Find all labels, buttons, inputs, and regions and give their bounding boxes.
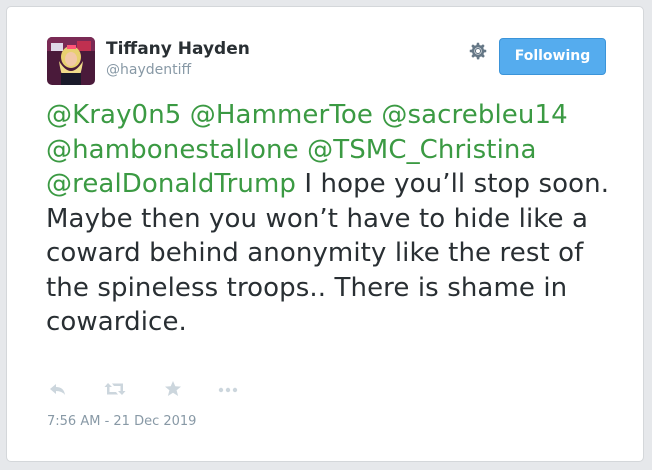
- user-name[interactable]: Tiffany Hayden: [106, 39, 250, 59]
- tweet-text: @Kray0n5 @HammerToe @sacrebleu14 @hambon…: [46, 98, 621, 340]
- gear-icon[interactable]: [467, 40, 489, 62]
- following-button[interactable]: Following: [499, 38, 606, 75]
- retweet-icon[interactable]: [104, 379, 126, 401]
- avatar-image: [47, 37, 95, 85]
- mention-link[interactable]: @HammerToe: [190, 100, 373, 130]
- tweet-card: Tiffany Hayden @haydentiff Following @Kr…: [6, 6, 644, 462]
- user-handle[interactable]: @haydentiff: [106, 62, 191, 78]
- tweet-timestamp[interactable]: 7:56 AM - 21 Dec 2019: [47, 414, 196, 429]
- avatar[interactable]: [47, 37, 95, 85]
- mention-link[interactable]: @TSMC_Christina: [307, 135, 536, 165]
- star-icon[interactable]: [163, 379, 185, 401]
- mention-link[interactable]: @hambonestallone: [46, 135, 299, 165]
- more-icon[interactable]: [217, 379, 239, 401]
- mention-link[interactable]: @Kray0n5: [46, 100, 181, 130]
- reply-icon[interactable]: [48, 379, 70, 401]
- mention-link[interactable]: @realDonaldTrump: [46, 169, 296, 199]
- mention-link[interactable]: @sacrebleu14: [381, 100, 567, 130]
